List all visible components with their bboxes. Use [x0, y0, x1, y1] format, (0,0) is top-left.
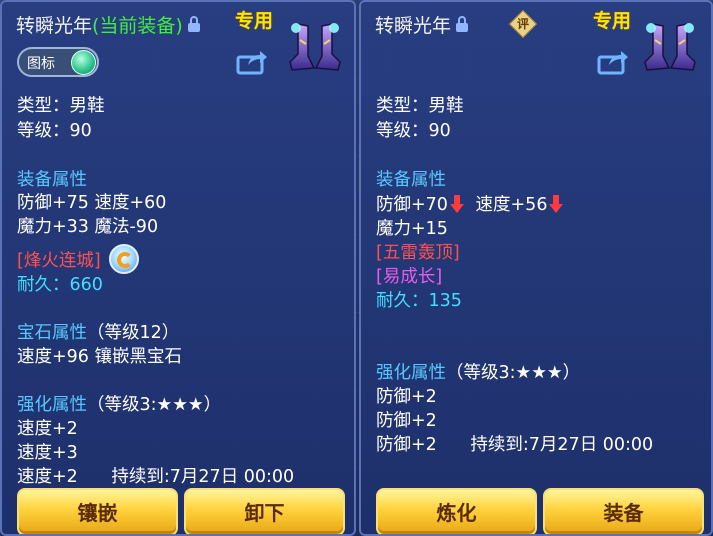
item-type: 类型：男鞋	[376, 96, 464, 116]
special-effect-2: [易成长]	[376, 267, 443, 287]
skill-icon[interactable]	[109, 244, 139, 274]
equip-attr-header: 装备属性	[376, 170, 446, 190]
enhance-expiry: 持续到:7月27日 00:00	[111, 467, 295, 487]
unequip-button-label: 卸下	[244, 501, 285, 525]
item-level: 等级：90	[17, 121, 92, 141]
enhance-level: （等级3:★★★）	[87, 395, 222, 415]
enhance-line-2: 防御+2	[376, 411, 437, 431]
toggle-knob	[71, 50, 96, 75]
gem-attr-header: 宝石属性	[17, 323, 87, 343]
special-skill: [烽火连城]	[17, 251, 101, 271]
rate-badge-label: 评	[516, 17, 529, 31]
equip-attr-header: 装备属性	[17, 170, 87, 190]
equip-button[interactable]: 装备	[543, 488, 704, 534]
durability: 耐久：660	[17, 275, 103, 295]
candidate-item-panel: 转瞬光年 评 专用 类型：男鞋 等级：90 装备属性 防御+70 速度+56 魔…	[359, 0, 713, 536]
attr-speed: 速度+56	[475, 195, 548, 215]
inlay-button[interactable]: 镶嵌	[17, 488, 178, 534]
enhance-line-3: 防御+2	[376, 435, 437, 455]
share-icon[interactable]	[236, 49, 268, 75]
enhance-line-3-row: 速度+2 持续到:7月27日 00:00	[17, 466, 294, 489]
equipped-item-panel: 转瞬光年 (当前装备) 专用 图标 类型：男鞋 等级：90 装备属性 防御+75…	[0, 0, 356, 536]
boots-item-icon	[289, 23, 341, 71]
enhance-level: （等级3:★★★）	[446, 363, 581, 383]
equip-button-label: 装备	[603, 501, 644, 525]
current-equipped-note: (当前装备)	[92, 14, 183, 37]
enhance-line-2: 速度+3	[17, 443, 78, 463]
refine-button-label: 炼化	[436, 501, 477, 525]
durability: 耐久：135	[376, 291, 462, 311]
gem-level: （等级12）	[87, 323, 180, 343]
special-effect-1: [五雷轰顶]	[376, 243, 460, 263]
enhance-attr-header: 强化属性	[376, 363, 446, 383]
icon-toggle-switch[interactable]: 图标	[17, 47, 99, 77]
item-title-row: 转瞬光年	[375, 10, 469, 38]
enhance-line-3-row: 防御+2 持续到:7月27日 00:00	[376, 434, 653, 457]
enhance-line-1: 防御+2	[376, 387, 437, 407]
rate-badge-icon[interactable]: 评	[508, 9, 538, 39]
lock-icon	[455, 15, 469, 33]
enhance-expiry: 持续到:7月27日 00:00	[470, 435, 654, 455]
gem-attr-row: 宝石属性（等级12）	[17, 322, 179, 345]
enhance-attr-row: 强化属性（等级3:★★★）	[376, 362, 580, 385]
enhance-attr-row: 强化属性（等级3:★★★）	[17, 394, 221, 417]
special-tag: 专用	[593, 10, 632, 32]
item-name: 转瞬光年	[375, 14, 452, 37]
enhance-attr-header: 强化属性	[17, 395, 87, 415]
unequip-button[interactable]: 卸下	[184, 488, 345, 534]
share-icon[interactable]	[597, 49, 629, 75]
inlay-button-label: 镶嵌	[77, 501, 118, 525]
attr-line-2: 魔力+33 魔法-90	[17, 217, 159, 237]
special-tag: 专用	[235, 10, 274, 32]
item-type: 类型：男鞋	[17, 96, 105, 116]
enhance-line-1: 速度+2	[17, 419, 78, 439]
attr-magic: 魔力+15	[376, 219, 448, 239]
attr-line-1: 防御+75 速度+60	[17, 193, 167, 213]
gem-line: 速度+96 镶嵌黑宝石	[17, 347, 182, 367]
down-arrow-icon	[449, 195, 464, 213]
boots-item-icon	[644, 23, 696, 71]
enhance-line-3: 速度+2	[17, 467, 78, 487]
attr-defense: 防御+70	[376, 195, 448, 215]
toggle-label: 图标	[27, 56, 55, 72]
lock-icon	[187, 15, 201, 33]
item-name: 转瞬光年	[16, 14, 93, 37]
down-arrow-icon	[549, 195, 564, 213]
attr-line-1: 防御+70 速度+56	[376, 194, 565, 217]
item-level: 等级：90	[376, 121, 451, 141]
item-title-row: 转瞬光年 (当前装备)	[16, 10, 201, 38]
refine-button[interactable]: 炼化	[376, 488, 537, 534]
